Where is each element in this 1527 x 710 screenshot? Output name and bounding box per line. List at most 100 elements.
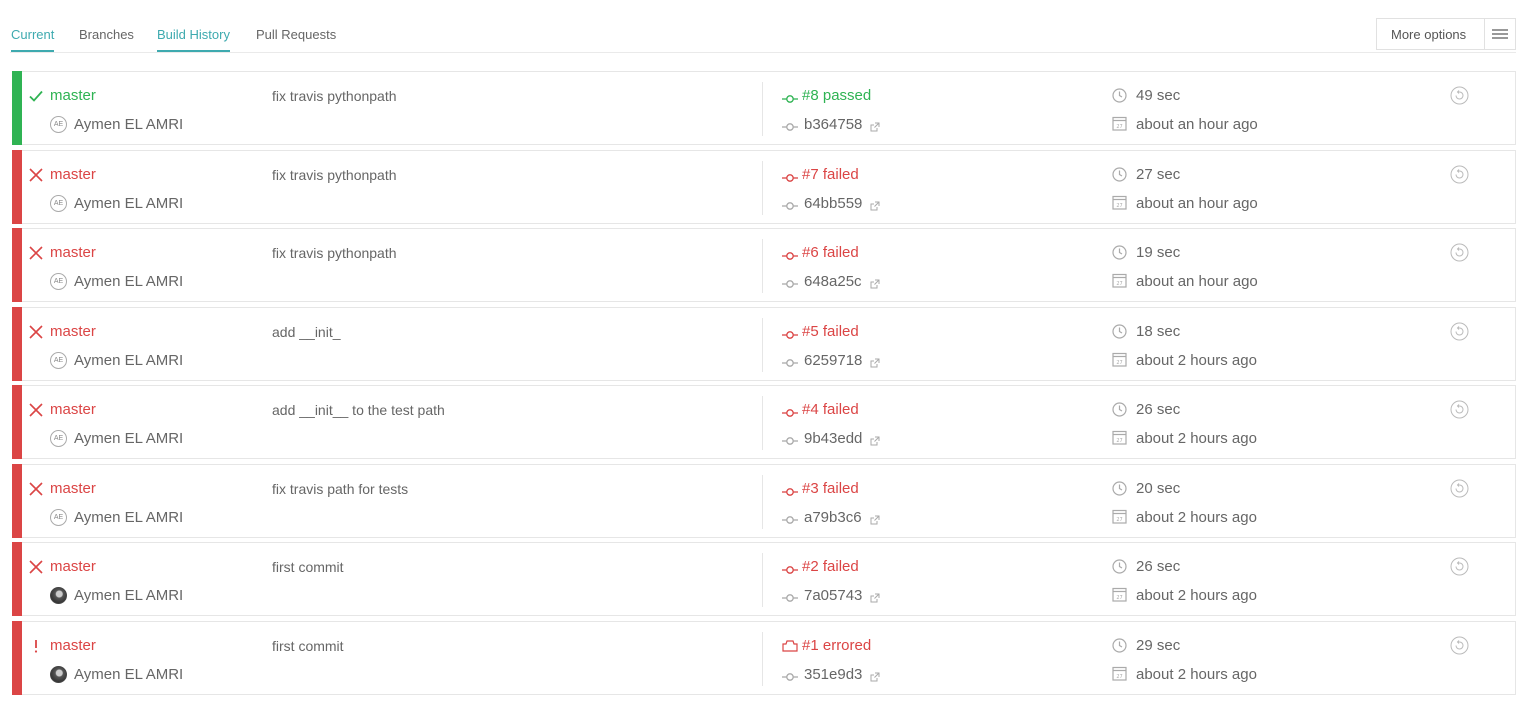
hamburger-menu-icon[interactable] (1484, 19, 1515, 49)
commit-message: add __init_ (272, 324, 341, 340)
build-number[interactable]: #2 failed (802, 558, 859, 575)
svg-text:27: 27 (1116, 517, 1122, 523)
branch-name[interactable]: master (50, 244, 96, 261)
calendar-icon: 27 (1112, 430, 1127, 445)
build-number[interactable]: #3 failed (802, 480, 859, 497)
calendar-icon: 27 (1112, 509, 1127, 524)
build-finished-time: about an hour ago (1136, 116, 1258, 133)
author-name: Aymen EL AMRI (74, 666, 184, 683)
divider (762, 82, 763, 136)
build-duration: 18 sec (1136, 323, 1181, 340)
status-bar (12, 542, 22, 616)
commit-icon (782, 198, 798, 210)
build-number[interactable]: #5 failed (802, 323, 859, 340)
commit-icon (782, 355, 798, 367)
clock-icon (1112, 402, 1127, 417)
author-name: Aymen EL AMRI (74, 195, 184, 212)
tab-current[interactable]: Current (11, 27, 55, 52)
build-row[interactable]: master AE Aymen EL AMRI add __init__ to the… (12, 385, 1516, 459)
clock-icon (1112, 324, 1127, 339)
author-name: Aymen EL AMRI (74, 430, 184, 447)
commit-sha[interactable]: 64bb559 (804, 195, 862, 212)
restart-build-icon[interactable] (1450, 636, 1469, 655)
build-number[interactable]: #4 failed (802, 401, 859, 418)
restart-build-icon[interactable] (1450, 243, 1469, 262)
commit-sha[interactable]: 351e9d3 (804, 666, 862, 683)
author-name: Aymen EL AMRI (74, 116, 184, 133)
clock-icon (1112, 245, 1127, 260)
commit-sha[interactable]: 6259718 (804, 352, 862, 369)
tab-build-history[interactable]: Build History (157, 27, 230, 52)
restart-build-icon[interactable] (1450, 322, 1469, 341)
external-link-icon[interactable] (870, 433, 880, 446)
branch-name[interactable]: master (50, 558, 96, 575)
build-finished-time: about 2 hours ago (1136, 352, 1257, 369)
svg-text:27: 27 (1116, 203, 1122, 209)
author-avatar: AE (50, 116, 67, 133)
restart-build-icon[interactable] (1450, 557, 1469, 576)
cross-icon (28, 481, 44, 497)
build-duration: 20 sec (1136, 480, 1181, 497)
commit-message: fix travis pythonpath (272, 245, 397, 261)
build-duration: 49 sec (1136, 87, 1181, 104)
build-row[interactable]: master Aymen EL AMRI first commit #2 failed… (12, 542, 1516, 616)
external-link-icon[interactable] (870, 198, 880, 211)
commit-sha[interactable]: 7a05743 (804, 587, 862, 604)
svg-text:27: 27 (1116, 360, 1122, 366)
build-duration: 26 sec (1136, 558, 1181, 575)
build-finished-time: about an hour ago (1136, 195, 1258, 212)
build-commit-icon (782, 248, 798, 260)
branch-name[interactable]: master (50, 637, 96, 654)
build-row[interactable]: master AE Aymen EL AMRI fix travis pythonpa… (12, 228, 1516, 302)
external-link-icon[interactable] (870, 512, 880, 525)
build-row[interactable]: master AE Aymen EL AMRI add __init_ #5 faile… (12, 307, 1516, 381)
more-options-button[interactable]: More options (1376, 18, 1516, 50)
build-finished-time: about 2 hours ago (1136, 587, 1257, 604)
build-row[interactable]: master Aymen EL AMRI first commit #1 errore… (12, 621, 1516, 695)
branch-name[interactable]: master (50, 401, 96, 418)
external-link-icon[interactable] (870, 669, 880, 682)
build-finished-time: about 2 hours ago (1136, 509, 1257, 526)
svg-text:27: 27 (1116, 124, 1122, 130)
cross-icon (28, 324, 44, 340)
author-avatar (50, 587, 67, 604)
branch-name[interactable]: master (50, 87, 96, 104)
commit-sha[interactable]: 648a25c (804, 273, 862, 290)
divider (762, 553, 763, 607)
build-row[interactable]: master AE Aymen EL AMRI fix travis pythonpa… (12, 71, 1516, 145)
branch-name[interactable]: master (50, 166, 96, 183)
restart-build-icon[interactable] (1450, 479, 1469, 498)
build-number[interactable]: #7 failed (802, 166, 859, 183)
external-link-icon[interactable] (870, 119, 880, 132)
external-link-icon[interactable] (870, 276, 880, 289)
branch-name[interactable]: master (50, 480, 96, 497)
restart-build-icon[interactable] (1450, 165, 1469, 184)
cross-icon (28, 402, 44, 418)
tab-branches[interactable]: Branches (79, 27, 134, 50)
commit-sha[interactable]: b364758 (804, 116, 862, 133)
clock-icon (1112, 638, 1127, 653)
status-bar (12, 621, 22, 695)
build-number[interactable]: #1 errored (802, 637, 871, 654)
status-bar (12, 385, 22, 459)
external-link-icon[interactable] (870, 355, 880, 368)
build-finished-time: about 2 hours ago (1136, 430, 1257, 447)
calendar-icon: 27 (1112, 352, 1127, 367)
commit-sha[interactable]: a79b3c6 (804, 509, 862, 526)
calendar-icon: 27 (1112, 666, 1127, 681)
build-row[interactable]: master AE Aymen EL AMRI fix travis path for… (12, 464, 1516, 538)
divider (762, 396, 763, 450)
commit-sha[interactable]: 9b43edd (804, 430, 862, 447)
build-row[interactable]: master AE Aymen EL AMRI fix travis pythonpa… (12, 150, 1516, 224)
restart-build-icon[interactable] (1450, 400, 1469, 419)
build-number[interactable]: #6 failed (802, 244, 859, 261)
status-bar (12, 307, 22, 381)
build-duration: 26 sec (1136, 401, 1181, 418)
svg-text:27: 27 (1116, 281, 1122, 287)
build-number[interactable]: #8 passed (802, 87, 871, 104)
divider (762, 475, 763, 529)
branch-name[interactable]: master (50, 323, 96, 340)
restart-build-icon[interactable] (1450, 86, 1469, 105)
tab-pull-requests[interactable]: Pull Requests (256, 27, 336, 50)
external-link-icon[interactable] (870, 590, 880, 603)
